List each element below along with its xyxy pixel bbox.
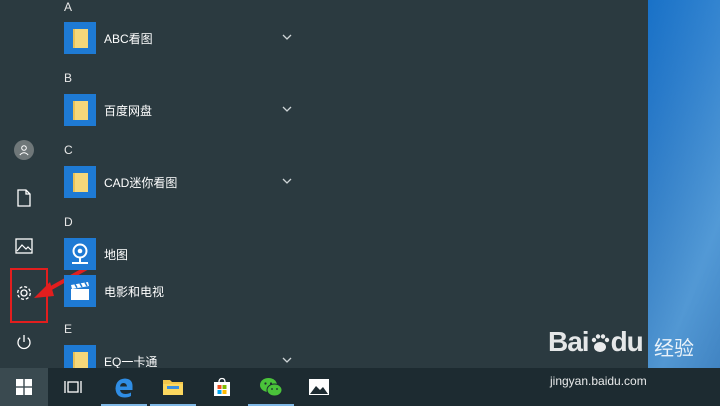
tile <box>64 275 96 307</box>
app-label: 电影和电视 <box>104 284 165 299</box>
store-button[interactable] <box>199 368 245 406</box>
start-button[interactable] <box>0 368 48 406</box>
section-header-c[interactable]: C <box>64 143 73 157</box>
chevron-down-icon[interactable] <box>282 176 292 186</box>
power-icon <box>17 335 31 350</box>
tile <box>64 22 96 54</box>
documents-icon <box>17 189 31 207</box>
section-header-a[interactable]: A <box>64 0 72 14</box>
app-item-maps[interactable]: 地图 <box>64 237 304 271</box>
section-header-b[interactable]: B <box>64 71 72 85</box>
folder-icon <box>72 28 88 48</box>
tile <box>64 238 96 270</box>
app-label: CAD迷你看图 <box>104 175 178 190</box>
app-label: ABC看图 <box>104 31 153 46</box>
section-header-e[interactable]: E <box>64 322 72 336</box>
chevron-down-icon[interactable] <box>282 355 292 365</box>
baidu-jingyan-watermark: Bai du 经验 <box>548 326 718 370</box>
pictures-icon <box>15 238 33 254</box>
file-explorer-icon <box>163 380 183 395</box>
app-item-movies-tv[interactable]: 电影和电视 <box>64 274 304 308</box>
app-label: EQ一卡通 <box>104 354 158 369</box>
file-explorer-button[interactable] <box>150 368 196 406</box>
app-item-abc[interactable]: ABC看图 <box>64 21 304 55</box>
watermark-cn: 经验 <box>654 338 694 360</box>
task-view-icon <box>64 381 82 393</box>
start-menu: A ABC看图 B 百度网盘 C CAD迷你看图 D 地图 电影和电视 E EQ… <box>0 0 648 377</box>
windows-start-icon <box>16 379 32 395</box>
wechat-icon <box>260 378 283 397</box>
watermark-brand: Bai du <box>548 326 644 357</box>
edge-button[interactable] <box>101 368 147 406</box>
app-item-baidu-netdisk[interactable]: 百度网盘 <box>64 93 304 127</box>
tile <box>64 166 96 198</box>
paw-icon <box>589 329 611 352</box>
chevron-down-icon[interactable] <box>282 32 292 42</box>
power-button[interactable] <box>0 320 48 364</box>
folder-icon <box>72 172 88 192</box>
photos-icon <box>309 379 329 395</box>
store-icon <box>214 377 230 396</box>
app-list: A ABC看图 B 百度网盘 C CAD迷你看图 D 地图 电影和电视 E EQ… <box>56 0 316 377</box>
watermark-url: jingyan.baidu.com <box>550 374 647 388</box>
edge-icon <box>115 378 133 398</box>
app-label: 百度网盘 <box>104 103 153 118</box>
task-view-button[interactable] <box>50 368 96 406</box>
user-avatar-icon <box>14 140 34 160</box>
documents-button[interactable] <box>0 176 48 220</box>
app-label: 地图 <box>104 247 129 262</box>
user-account-button[interactable] <box>0 128 48 172</box>
section-header-d[interactable]: D <box>64 215 73 229</box>
movies-tv-icon <box>71 282 89 300</box>
tile <box>64 94 96 126</box>
maps-icon <box>72 243 88 264</box>
chevron-down-icon[interactable] <box>282 104 292 114</box>
photos-button[interactable] <box>296 368 342 406</box>
folder-icon <box>72 100 88 120</box>
app-item-cad[interactable]: CAD迷你看图 <box>64 165 304 199</box>
wechat-button[interactable] <box>248 368 294 406</box>
